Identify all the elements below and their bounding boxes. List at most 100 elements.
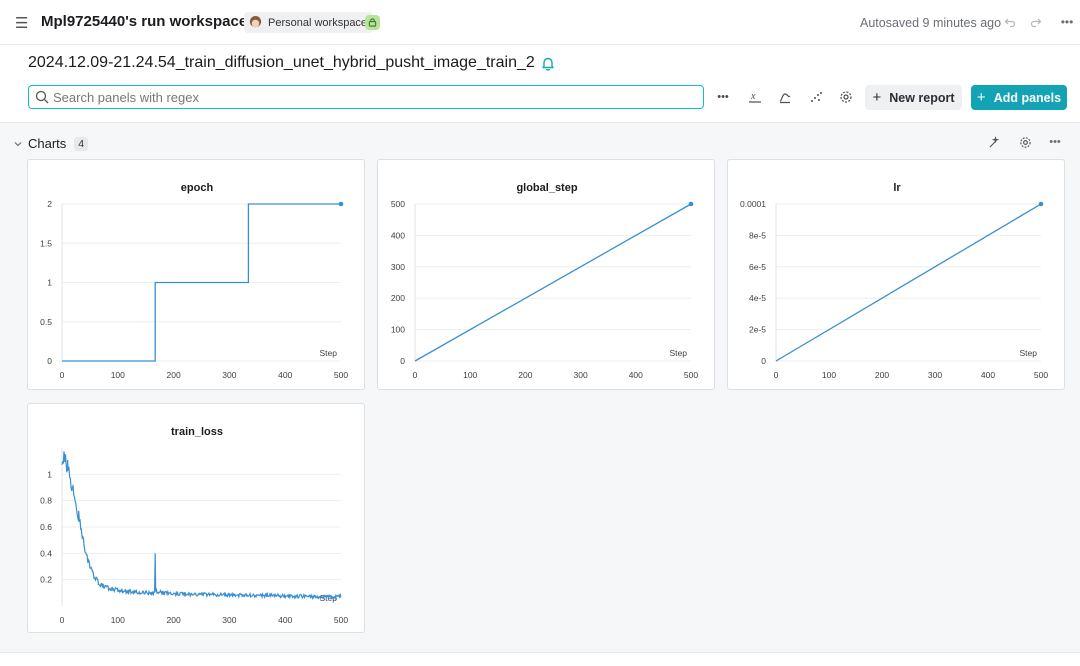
x-tick-label: 100 <box>822 370 836 380</box>
x-tick-label: 500 <box>334 615 348 625</box>
x-tick-label: 200 <box>875 370 889 380</box>
chart-epoch: epoch 0 0.5 1 1.5 2 0 100 200 300 400 500 Step <box>40 182 348 380</box>
x-tick-label: 100 <box>111 615 125 625</box>
y-tick-label: 500 <box>391 199 405 209</box>
chart-panel-global-step[interactable]: global_step 0 100 200 300 400 500 0 100 200 300 400… <box>377 159 715 390</box>
chart-title: train_loss <box>171 426 223 438</box>
y-tick-label: 4e-5 <box>749 293 766 303</box>
series-line <box>775 203 1042 362</box>
new-report-button[interactable]: + New report <box>865 85 962 110</box>
chart-train-loss: train_loss0.20.40.60.810 100 200 300 400 500S… <box>40 426 348 625</box>
new-report-label: New report <box>889 90 955 105</box>
lock-icon[interactable] <box>365 15 380 30</box>
outliers-icon[interactable] <box>805 87 827 107</box>
y-tick-label: 2e-5 <box>749 325 766 335</box>
menu-icon[interactable]: ☰ <box>15 14 28 32</box>
chart-title: global_step <box>516 182 577 194</box>
plus-icon: + <box>872 89 882 106</box>
x-tick-label: 200 <box>167 370 181 380</box>
y-tick-label: 0 <box>761 356 766 366</box>
y-tick-label: 0.2 <box>40 575 52 585</box>
x-tick-label: 0 <box>774 370 779 380</box>
add-panels-button[interactable]: + Add panels <box>971 85 1067 110</box>
y-tick-label: 0.5 <box>40 317 52 327</box>
x-tick-label: 500 <box>1034 370 1048 380</box>
x-axis-label: Step <box>1020 348 1038 358</box>
series-end-point <box>1038 201 1044 207</box>
y-tick-label: 0.6 <box>40 522 52 532</box>
avatar-icon <box>249 15 262 28</box>
search-icon <box>35 90 49 104</box>
x-tick-label: 100 <box>463 370 477 380</box>
y-tick-label: 200 <box>391 293 405 303</box>
section-settings-icon[interactable] <box>1017 134 1033 150</box>
x-tick-label: 400 <box>278 615 292 625</box>
x-tick-label: 500 <box>684 370 698 380</box>
search-input[interactable] <box>53 89 653 105</box>
redo-icon[interactable] <box>1028 14 1044 30</box>
top-bar: ☰ Mpl9725440's run workspace Personal wo… <box>0 0 1080 45</box>
y-tick-label: 0.4 <box>40 548 52 558</box>
run-name: 2024.12.09-21.24.54_train_diffusion_unet… <box>28 54 535 71</box>
x-tick-label: 400 <box>278 370 292 380</box>
add-panels-label: Add panels <box>993 90 1062 105</box>
run-header: 2024.12.09-21.24.54_train_diffusion_unet… <box>28 54 556 72</box>
series-line <box>61 451 342 601</box>
x-tick-label: 300 <box>222 615 236 625</box>
more-actions-icon[interactable]: ••• <box>712 87 734 107</box>
x-tick-label: 400 <box>981 370 995 380</box>
smoothing-icon[interactable] <box>774 87 796 107</box>
y-tick-label: 0.8 <box>40 496 52 506</box>
section-title: Charts <box>28 136 67 151</box>
y-tick-label: 6e-5 <box>749 262 766 272</box>
undo-icon[interactable] <box>1002 14 1018 30</box>
y-tick-label: 100 <box>391 325 405 335</box>
y-tick-label: 2 <box>47 199 52 209</box>
y-tick-label: 300 <box>391 262 405 272</box>
chart-panel-lr[interactable]: lr 0 2e-5 4e-5 6e-5 8e-5 0.0001 0 100 200 300 400 50… <box>727 159 1065 390</box>
chart-global-step: global_step 0 100 200 300 400 500 0 100 200 300 400… <box>391 182 699 380</box>
workspace-badge[interactable]: Personal workspace <box>244 12 374 33</box>
series-end-point <box>338 201 344 207</box>
settings-gear-icon[interactable] <box>835 87 857 107</box>
y-tick-label: 400 <box>391 230 405 240</box>
x-tick-label: 300 <box>574 370 588 380</box>
autosave-status: Autosaved 9 minutes ago <box>860 16 1002 30</box>
magic-wand-icon[interactable] <box>986 134 1002 150</box>
x-tick-label: 200 <box>518 370 532 380</box>
section-count: 4 <box>74 136 89 151</box>
x-tick-label: 0 <box>413 370 418 380</box>
search-box <box>28 85 704 109</box>
x-tick-label: 500 <box>334 370 348 380</box>
x-tick-label: 0 <box>60 615 65 625</box>
x-axis-label: Step <box>320 348 338 358</box>
chart-lr: lr 0 2e-5 4e-5 6e-5 8e-5 0.0001 0 100 200 300 400 50… <box>740 182 1048 380</box>
y-tick-label: 1 <box>47 469 52 479</box>
y-tick-label: 1.5 <box>40 238 52 248</box>
workspace-badge-label: Personal workspace <box>268 16 368 29</box>
workspace-title: Mpl9725440's run workspace <box>41 13 248 30</box>
x-axis-icon[interactable]: x <box>744 87 766 107</box>
y-tick-label: 0.0001 <box>740 199 766 209</box>
charts-section-header[interactable]: Charts 4 <box>13 136 89 151</box>
x-axis-label: Step <box>670 348 688 358</box>
x-tick-label: 300 <box>222 370 236 380</box>
series-line <box>414 203 692 362</box>
y-tick-label: 8e-5 <box>749 230 766 240</box>
chart-panel-train-loss[interactable]: train_loss 0.2 0.4 0.6 0.8 1 0 100 200 300 400 500 S… <box>27 403 365 633</box>
chevron-down-icon[interactable] <box>13 139 23 149</box>
x-tick-label: 200 <box>167 615 181 625</box>
section-more-icon[interactable]: ••• <box>1046 134 1064 150</box>
x-tick-label: 300 <box>928 370 942 380</box>
x-tick-label: 0 <box>60 370 65 380</box>
bell-icon[interactable] <box>540 55 556 71</box>
more-options-icon[interactable]: ••• <box>1058 14 1076 30</box>
y-tick-label: 0 <box>47 356 52 366</box>
plus-icon: + <box>976 89 986 106</box>
svg-text:x: x <box>750 91 756 102</box>
chart-title: lr <box>893 182 901 194</box>
y-tick-label: 1 <box>47 278 52 288</box>
chart-panel-epoch[interactable]: epoch 0 0.5 1 1.5 2 0 100 200 300 400 500 Step <box>27 159 365 390</box>
x-tick-label: 400 <box>629 370 643 380</box>
series-end-point <box>688 201 694 207</box>
